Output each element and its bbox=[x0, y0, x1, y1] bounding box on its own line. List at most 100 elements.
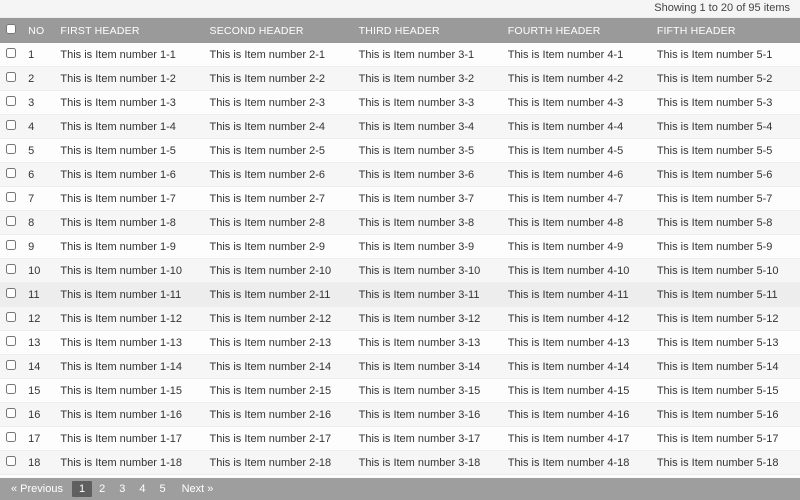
row-checkbox[interactable] bbox=[6, 240, 16, 250]
row-checkbox[interactable] bbox=[6, 312, 16, 322]
cell-no: 14 bbox=[22, 355, 54, 379]
row-checkbox[interactable] bbox=[6, 72, 16, 82]
cell-fourth: This is Item number 4-18 bbox=[502, 451, 651, 475]
cell-fifth: This is Item number 5-18 bbox=[651, 451, 800, 475]
table-row[interactable]: 6This is Item number 1-6This is Item num… bbox=[0, 163, 800, 187]
header-fourth[interactable]: FOURTH HEADER bbox=[502, 18, 651, 43]
table-row[interactable]: 11This is Item number 1-11This is Item n… bbox=[0, 283, 800, 307]
cell-third: This is Item number 3-7 bbox=[353, 187, 502, 211]
cell-second: This is Item number 2-15 bbox=[204, 379, 353, 403]
cell-first: This is Item number 1-1 bbox=[54, 43, 203, 67]
cell-no: 3 bbox=[22, 91, 54, 115]
table-row[interactable]: 13This is Item number 1-13This is Item n… bbox=[0, 331, 800, 355]
pager-next[interactable]: Next » bbox=[175, 481, 221, 497]
header-first[interactable]: FIRST HEADER bbox=[54, 18, 203, 43]
row-checkbox[interactable] bbox=[6, 264, 16, 274]
header-checkbox-cell[interactable] bbox=[0, 18, 22, 43]
row-checkbox[interactable] bbox=[6, 360, 16, 370]
cell-first: This is Item number 1-2 bbox=[54, 67, 203, 91]
cell-fifth: This is Item number 5-13 bbox=[651, 331, 800, 355]
cell-third: This is Item number 3-8 bbox=[353, 211, 502, 235]
cell-third: This is Item number 3-10 bbox=[353, 259, 502, 283]
table-row[interactable]: 5This is Item number 1-5This is Item num… bbox=[0, 139, 800, 163]
cell-first: This is Item number 1-13 bbox=[54, 331, 203, 355]
table-row[interactable]: 15This is Item number 1-15This is Item n… bbox=[0, 379, 800, 403]
cell-second: This is Item number 2-2 bbox=[204, 67, 353, 91]
select-all-checkbox[interactable] bbox=[6, 24, 16, 34]
cell-fourth: This is Item number 4-17 bbox=[502, 427, 651, 451]
cell-no: 8 bbox=[22, 211, 54, 235]
cell-no: 12 bbox=[22, 307, 54, 331]
cell-fifth: This is Item number 5-10 bbox=[651, 259, 800, 283]
pager-prev[interactable]: « Previous bbox=[4, 481, 70, 497]
cell-third: This is Item number 3-13 bbox=[353, 331, 502, 355]
cell-first: This is Item number 1-4 bbox=[54, 115, 203, 139]
cell-no: 1 bbox=[22, 43, 54, 67]
cell-no: 15 bbox=[22, 379, 54, 403]
cell-first: This is Item number 1-7 bbox=[54, 187, 203, 211]
row-checkbox[interactable] bbox=[6, 48, 16, 58]
table-row[interactable]: 3This is Item number 1-3This is Item num… bbox=[0, 91, 800, 115]
row-checkbox[interactable] bbox=[6, 216, 16, 226]
pager-page-2[interactable]: 2 bbox=[92, 481, 112, 497]
cell-second: This is Item number 2-1 bbox=[204, 43, 353, 67]
table-row[interactable]: 8This is Item number 1-8This is Item num… bbox=[0, 211, 800, 235]
cell-no: 2 bbox=[22, 67, 54, 91]
cell-fourth: This is Item number 4-11 bbox=[502, 283, 651, 307]
cell-fourth: This is Item number 4-2 bbox=[502, 67, 651, 91]
table-row[interactable]: 16This is Item number 1-16This is Item n… bbox=[0, 403, 800, 427]
row-checkbox[interactable] bbox=[6, 384, 16, 394]
row-checkbox[interactable] bbox=[6, 288, 16, 298]
pager-page-5[interactable]: 5 bbox=[152, 481, 172, 497]
table-row[interactable]: 18This is Item number 1-18 This is Item n… bbox=[0, 451, 800, 475]
row-checkbox[interactable] bbox=[6, 336, 16, 346]
table-row[interactable]: 1This is Item number 1-1This is Item num… bbox=[0, 43, 800, 67]
table-row[interactable]: 17This is Item number 1-17This is Item n… bbox=[0, 427, 800, 451]
pager-page-4[interactable]: 4 bbox=[132, 481, 152, 497]
cell-first: This is Item number 1-18 bbox=[54, 451, 203, 475]
header-second[interactable]: SECOND HEADER bbox=[204, 18, 353, 43]
row-checkbox[interactable] bbox=[6, 408, 16, 418]
cell-second: This is Item number 2-9 bbox=[204, 235, 353, 259]
cell-fourth: This is Item number 4-12 bbox=[502, 307, 651, 331]
cell-no: 5 bbox=[22, 139, 54, 163]
pagination-bar: « Previous 12345 Next » bbox=[0, 478, 800, 500]
cell-no: 18 bbox=[22, 451, 54, 475]
cell-third: This is Item number 3-9 bbox=[353, 235, 502, 259]
cell-second: This is Item number 2-6 bbox=[204, 163, 353, 187]
pager-page-3[interactable]: 3 bbox=[112, 481, 132, 497]
cell-fifth: This is Item number 5-4 bbox=[651, 115, 800, 139]
cell-fifth: This is Item number 5-2 bbox=[651, 67, 800, 91]
table-row[interactable]: 14This is Item number 1-14This is Item n… bbox=[0, 355, 800, 379]
row-checkbox[interactable] bbox=[6, 120, 16, 130]
table-row[interactable]: 12This is Item number 1-12This is Item n… bbox=[0, 307, 800, 331]
cell-fifth: This is Item number 5-15 bbox=[651, 379, 800, 403]
table-row[interactable]: 7This is Item number 1-7This is Item num… bbox=[0, 187, 800, 211]
header-no[interactable]: No bbox=[22, 18, 54, 43]
cell-first: This is Item number 1-3 bbox=[54, 91, 203, 115]
cell-second: This is Item number 2-3 bbox=[204, 91, 353, 115]
row-checkbox[interactable] bbox=[6, 144, 16, 154]
pager-page-1[interactable]: 1 bbox=[72, 481, 92, 497]
row-checkbox[interactable] bbox=[6, 168, 16, 178]
header-third[interactable]: THIRD HEADER bbox=[353, 18, 502, 43]
cell-fourth: This is Item number 4-16 bbox=[502, 403, 651, 427]
row-checkbox[interactable] bbox=[6, 456, 16, 466]
header-fifth[interactable]: FIFTH HEADER bbox=[651, 18, 800, 43]
cell-no: 11 bbox=[22, 283, 54, 307]
cell-third: This is Item number 3-12 bbox=[353, 307, 502, 331]
cell-second: This is Item number 2-16 bbox=[204, 403, 353, 427]
cell-fourth: This is Item number 4-14 bbox=[502, 355, 651, 379]
cell-second: This is Item number 2-13 bbox=[204, 331, 353, 355]
table-row[interactable]: 4This is Item number 1-4This is Item num… bbox=[0, 115, 800, 139]
table-row[interactable]: 10This is Item number 1-10This is Item n… bbox=[0, 259, 800, 283]
row-checkbox[interactable] bbox=[6, 192, 16, 202]
row-checkbox[interactable] bbox=[6, 96, 16, 106]
row-checkbox[interactable] bbox=[6, 432, 16, 442]
table-row[interactable]: 2This is Item number 1-2This is Item num… bbox=[0, 67, 800, 91]
cell-no: 17 bbox=[22, 427, 54, 451]
table-row[interactable]: 9This is Item number 1-9This is Item num… bbox=[0, 235, 800, 259]
cell-third: This is Item number 3-16 bbox=[353, 403, 502, 427]
cell-first: This is Item number 1-5 bbox=[54, 139, 203, 163]
table-scroll[interactable]: No FIRST HEADER SECOND HEADER THIRD HEAD… bbox=[0, 18, 800, 478]
